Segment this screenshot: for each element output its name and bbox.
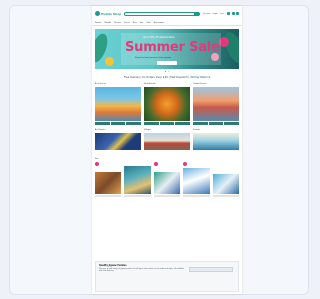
top-link-login[interactable]: Login [212,13,217,15]
product-image[interactable] [124,166,151,194]
product-image[interactable] [153,172,181,194]
main-nav: Puzzles Brands Themes Pieces New Sale Gi… [92,21,242,26]
product-row [92,162,242,194]
feature-row: Best Sellers New Arrivals Coastal Scenes [92,83,242,125]
product-caption[interactable] [95,195,122,197]
logo-icon [95,11,100,16]
nav-item[interactable]: Puzzles [95,22,102,24]
top-bar: Puzzle Shop Service Login Cart [92,6,242,21]
hero-cta-button[interactable] [157,61,177,65]
footer-body: Discover a wide range of jigsaw puzzles … [99,268,185,273]
feature-image[interactable] [193,87,239,121]
feature-card[interactable]: Villages [144,129,190,150]
nav-item[interactable]: Themes [114,22,121,24]
feature-buttons [95,122,142,125]
product-card[interactable] [212,162,240,194]
cart-icon[interactable] [236,12,239,15]
webpage-preview: Puzzle Shop Service Login Cart Puzzles B… [92,6,242,294]
nav-item[interactable]: Sale [140,22,144,24]
feature-image[interactable] [144,87,190,121]
product-image[interactable] [212,174,240,194]
feature-button[interactable] [110,122,126,125]
nav-item[interactable]: Accessories [154,22,165,24]
logo-text: Puzzle Shop [101,11,122,16]
logo[interactable]: Puzzle Shop [95,11,121,16]
carousel-dot[interactable] [167,70,170,73]
nav-item[interactable]: New [133,22,137,24]
hero-subtitle: Shop the best puzzles of the season [135,57,172,59]
sale-badge [183,162,188,166]
nav-item[interactable]: Pieces [124,22,130,24]
feature-card[interactable]: Art Classics [95,129,141,150]
feature-buttons [193,122,240,125]
sale-badge [153,162,158,166]
feature-button[interactable] [175,122,191,125]
product-card[interactable] [95,162,122,194]
product-caption[interactable] [153,195,181,197]
nav-item[interactable]: Gifts [147,22,151,24]
footer-button[interactable] [189,267,233,272]
product-card[interactable] [124,162,151,194]
feature-button[interactable] [193,122,208,125]
top-link-cart[interactable]: Cart [220,13,224,15]
feature-button[interactable] [144,122,159,125]
header-icons [227,12,239,15]
product-captions [92,194,242,197]
flower-decoration [105,57,114,66]
feature-card[interactable]: Best Sellers [95,83,142,125]
feature-button[interactable] [208,122,224,125]
carousel-dot[interactable] [164,70,167,73]
feature-image[interactable] [95,133,141,150]
feature-image[interactable] [144,133,190,150]
feature-image[interactable] [95,87,141,121]
feature-row-small: Art Classics Villages Seaside [92,129,242,150]
product-card[interactable] [153,162,181,194]
product-caption[interactable] [124,195,151,197]
feature-card[interactable]: New Arrivals [144,83,191,125]
hero-banner[interactable]: Up to 50% off selected items Summer Sale… [95,29,239,69]
leaf-decoration [220,29,239,67]
search-icon[interactable] [193,12,199,16]
search-input[interactable] [124,11,200,16]
sale-badge [95,162,99,166]
wishlist-icon[interactable] [231,12,235,15]
hero-title: Summer Sale [125,40,220,55]
top-link-service[interactable]: Service [203,13,210,15]
nav-item[interactable]: Brands [105,22,111,24]
product-image[interactable] [95,172,122,194]
feature-button[interactable] [224,122,240,125]
feature-buttons [144,122,191,125]
feature-button[interactable] [95,122,110,125]
feature-card[interactable]: Coastal Scenes [193,83,240,125]
feature-button[interactable] [159,122,175,125]
product-card[interactable] [183,162,210,194]
feature-button[interactable] [126,122,142,125]
top-links: Service Login Cart [203,13,224,15]
product-caption[interactable] [212,195,240,197]
account-icon[interactable] [227,12,230,15]
product-image[interactable] [183,168,210,194]
hero-kicker: Up to 50% off selected items [143,36,175,39]
feature-image[interactable] [193,133,239,150]
tagline: Free Delivery On Orders Over £40 | Fast … [123,76,211,79]
info-footer: Quality Jigsaw Puzzles Discover a wide r… [95,261,239,292]
feature-card[interactable]: Seaside [193,129,239,150]
product-caption[interactable] [183,195,210,197]
